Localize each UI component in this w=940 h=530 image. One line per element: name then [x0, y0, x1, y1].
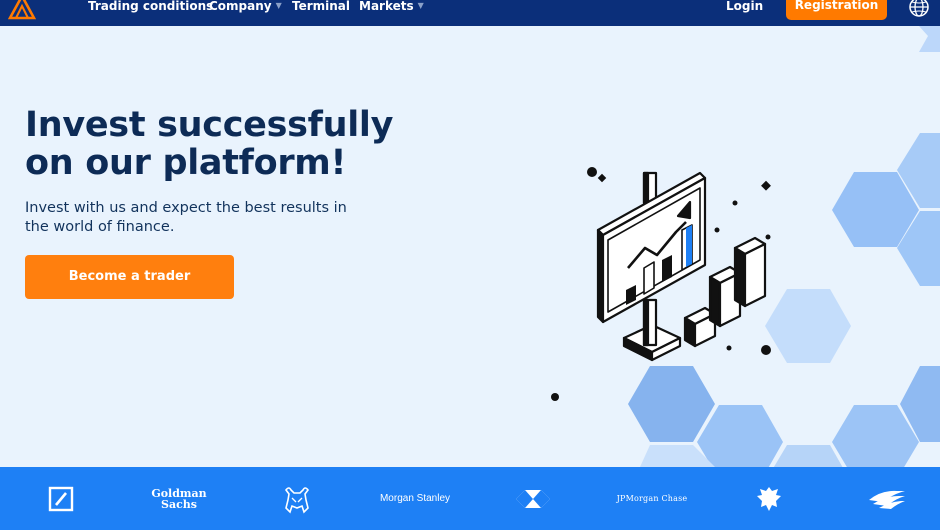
eagle-logo	[754, 467, 784, 530]
flag-logo-icon	[869, 490, 905, 509]
deutsche-bank-logo-icon	[48, 486, 74, 511]
partner-logos-bar: Goldman Sachs Morgan Stanley JPMorgan Ch…	[0, 467, 940, 530]
jpmorgan-chase-label: JPMorgan Chase	[616, 494, 688, 503]
morgan-stanley-logo: Morgan Stanley	[378, 467, 452, 530]
hero-title: Invest successfully on our platform!	[25, 106, 445, 182]
deutsche-bank-logo	[45, 467, 77, 530]
hero-subtitle: Invest with us and expect the best resul…	[25, 200, 347, 235]
hero-title-line1: Invest successfully	[25, 105, 394, 145]
eagle-logo-icon	[757, 486, 781, 511]
hero-title-line2: on our platform!	[25, 143, 347, 183]
become-trader-button[interactable]: Become a trader	[25, 255, 234, 299]
goldman-sachs-logo: Goldman Sachs	[148, 467, 210, 530]
hsbc-logo	[516, 467, 550, 530]
become-trader-label: Become a trader	[68, 269, 191, 284]
morgan-stanley-label: Morgan Stanley	[379, 493, 451, 504]
jpmorgan-chase-logo: JPMorgan Chase	[614, 467, 690, 530]
goldman-sachs-line1: Goldman	[151, 486, 207, 500]
bull-logo-icon	[284, 486, 310, 513]
bull-logo	[280, 467, 314, 530]
hsbc-hexagon-logo-icon	[516, 489, 550, 508]
flag-logo	[866, 467, 908, 530]
chart-presentation-illustration	[551, 167, 771, 401]
goldman-sachs-line2: Sachs	[161, 497, 197, 511]
